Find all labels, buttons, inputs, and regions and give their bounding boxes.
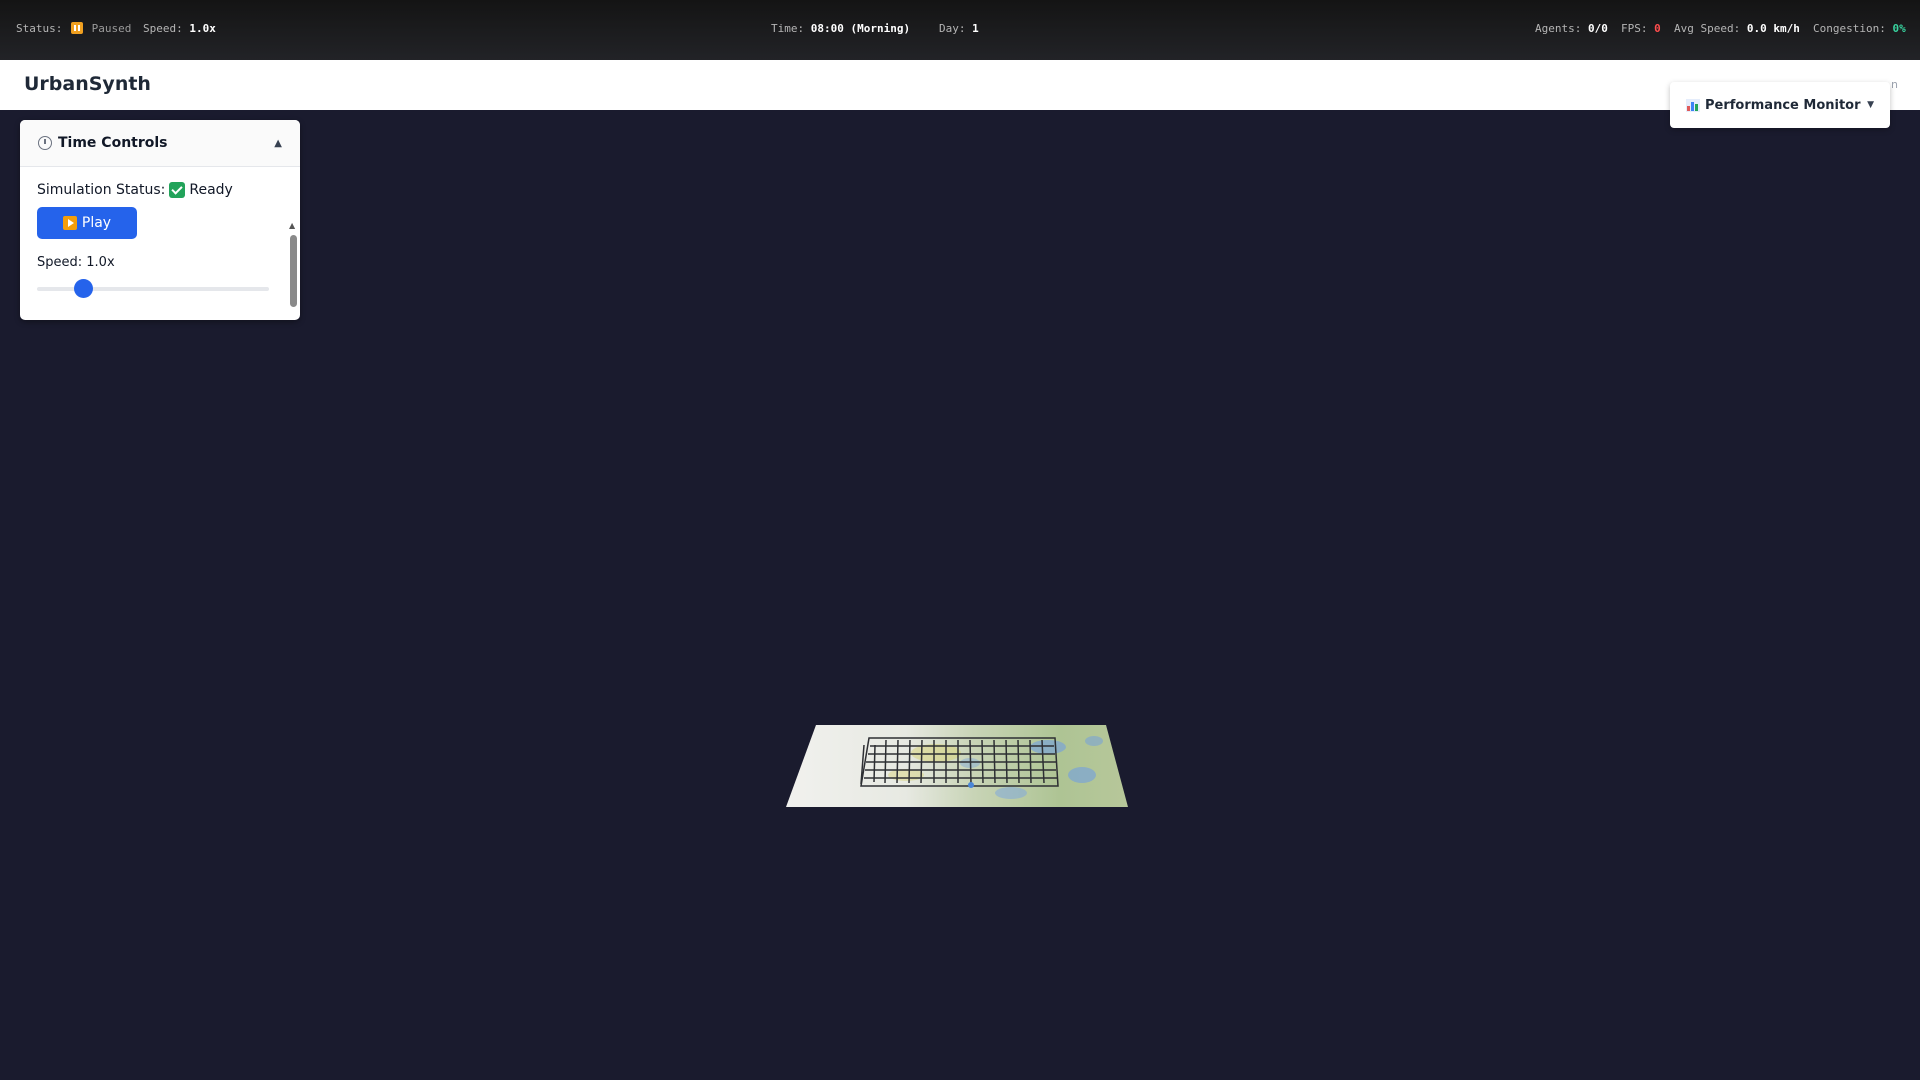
status-bar: Status: Paused Speed: 1.0x Time: 08:00 (…	[0, 0, 1920, 60]
water-patch	[1085, 736, 1103, 746]
pause-icon	[70, 22, 83, 34]
header-trailing-text: n	[1891, 78, 1898, 91]
avg-speed-label: Avg Speed:	[1674, 22, 1741, 35]
speed-slider-label: Speed: 1.0x	[37, 255, 115, 270]
chevron-down-icon: ▼	[1867, 100, 1874, 110]
status-indicator: Status: Paused	[16, 22, 131, 35]
play-icon	[62, 216, 77, 230]
time-controls-header[interactable]: Time Controls ▲	[20, 120, 300, 167]
agents-label: Agents:	[1535, 22, 1582, 35]
panel-title-text: Time Controls	[58, 135, 168, 151]
simulation-status-value: Ready	[189, 182, 233, 198]
speed-slider-thumb[interactable]	[74, 279, 94, 298]
play-button[interactable]: Play	[37, 207, 137, 239]
speed-indicator: Speed: 1.0x	[143, 22, 216, 35]
water-patch	[1030, 740, 1066, 754]
time-value: 08:00 (Morning)	[810, 22, 911, 35]
congestion-label: Congestion:	[1813, 22, 1886, 35]
performance-monitor-toggle[interactable]: Performance Monitor ▼	[1670, 82, 1890, 128]
speed-value: 1.0x	[189, 22, 216, 35]
scrollbar-thumb[interactable]	[290, 235, 297, 307]
play-button-label: Play	[81, 215, 112, 231]
panel-title: Time Controls	[38, 135, 168, 151]
fps-label: FPS:	[1621, 22, 1648, 35]
speed-label: Speed:	[143, 22, 183, 35]
app-header: UrbanSynth n	[0, 60, 1920, 110]
bar-chart-icon	[1686, 98, 1700, 112]
time-controls-panel: Time Controls ▲ Simulation Status: Ready…	[20, 120, 300, 320]
congestion-indicator: Congestion: 0%	[1813, 22, 1906, 35]
water-patch	[995, 787, 1027, 799]
day-indicator: Day: 1	[939, 22, 979, 35]
agents-value: 0/0	[1587, 22, 1608, 35]
day-value: 1	[972, 22, 979, 35]
status-value: Paused	[91, 22, 132, 35]
time-controls-body: Simulation Status: Ready Play Speed: 1.0…	[20, 167, 300, 319]
simulation-status: Simulation Status: Ready	[37, 182, 283, 198]
panel-scrollbar[interactable]: ▲ ▼	[288, 221, 298, 320]
agents-indicator: Agents: 0/0	[1535, 22, 1608, 35]
fps-value: 0	[1654, 22, 1661, 35]
speed-slider[interactable]	[37, 279, 269, 298]
avg-speed-value: 0.0 km/h	[1746, 22, 1800, 35]
time-label: Time:	[771, 22, 805, 35]
map-marker	[968, 782, 974, 788]
time-indicator: Time: 08:00 (Morning)	[771, 22, 910, 35]
avg-speed-indicator: Avg Speed: 0.0 km/h	[1674, 22, 1800, 35]
water-patch	[1068, 767, 1096, 783]
timer-icon	[38, 136, 52, 150]
collapse-button[interactable]: ▲	[274, 138, 282, 149]
vegetation-patch	[888, 769, 924, 781]
scroll-up-arrow[interactable]: ▲	[289, 221, 295, 230]
congestion-value: 0%	[1892, 22, 1906, 35]
day-label: Day:	[939, 22, 966, 35]
simulation-status-label: Simulation Status:	[37, 182, 166, 198]
app-title: UrbanSynth	[24, 73, 151, 95]
status-label: Status:	[16, 22, 63, 35]
city-map[interactable]	[786, 723, 1128, 807]
check-icon	[169, 182, 186, 198]
fps-indicator: FPS: 0	[1621, 22, 1661, 35]
performance-monitor-label: Performance Monitor	[1705, 97, 1861, 113]
